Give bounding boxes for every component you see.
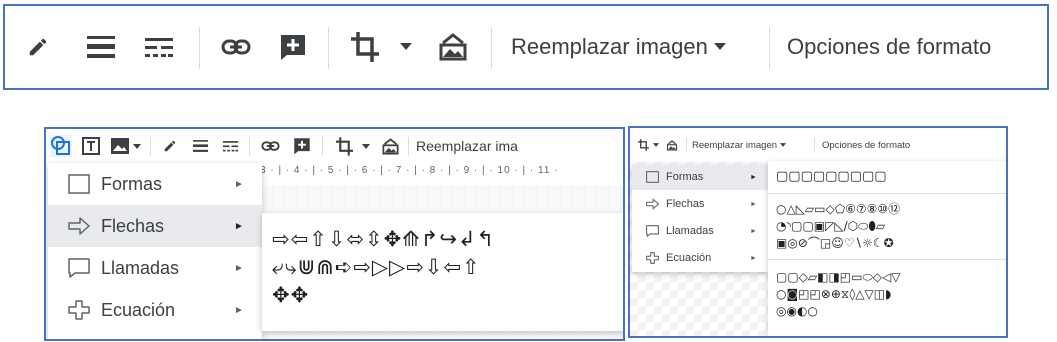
add-comment-icon[interactable] xyxy=(273,6,313,88)
line-weight-icon[interactable] xyxy=(81,6,121,88)
submenu-arrow-icon: ► xyxy=(234,178,244,190)
replace-image-label: Reemplazar imagen xyxy=(692,139,778,151)
submenu-arrow-icon: ► xyxy=(750,227,757,235)
toolbar-divider xyxy=(814,138,815,152)
arrow-shapes-row[interactable]: ⇨⇦⇧⇩⬄⇳✥⟰↱↪↲↰ xyxy=(272,225,495,253)
crop-icon[interactable] xyxy=(345,6,385,88)
menu-item-flechas[interactable]: Flechas ► xyxy=(632,191,768,217)
shape-row[interactable]: ○◙◰◰⊗⊕⧖◊△▽◫◗ xyxy=(776,286,891,302)
crop-icon[interactable] xyxy=(330,129,358,163)
shape-menu: Formas ► Flechas ► Llamadas ► Ecuación ► xyxy=(48,163,262,339)
shape-row[interactable]: ◎◉◐○ xyxy=(776,303,818,319)
submenu-arrow-icon: ► xyxy=(750,173,757,181)
menu-item-flechas[interactable]: Flechas ► xyxy=(48,205,262,247)
menu-item-llamadas[interactable]: Llamadas ► xyxy=(48,247,262,289)
replace-image-button[interactable]: Reemplazar ima xyxy=(416,129,623,163)
menu-item-llamadas[interactable]: Llamadas ► xyxy=(632,218,768,244)
submenu-arrow-icon: ► xyxy=(750,254,757,262)
replace-image-button[interactable]: Reemplazar imagen xyxy=(511,6,761,88)
chevron-down-icon xyxy=(713,43,726,50)
image-icon[interactable] xyxy=(108,129,132,163)
arrow-right-outline-icon xyxy=(646,198,659,210)
toolbar-divider xyxy=(491,27,492,69)
toolbar-divider xyxy=(322,137,323,156)
format-options-button[interactable]: Opciones de formato xyxy=(787,6,1037,88)
menu-item-label: Formas xyxy=(101,173,163,194)
reset-image-icon[interactable] xyxy=(433,6,473,88)
menu-item-label: Llamadas xyxy=(666,225,714,237)
chevron-down-icon xyxy=(780,143,787,147)
toolbar: Reemplazar ima xyxy=(46,129,623,163)
line-dash-icon[interactable] xyxy=(139,6,179,88)
pencil-icon[interactable] xyxy=(19,6,57,88)
shape-row[interactable]: ▢▢◇▱◧◨◰▭⬭◇◁▽ xyxy=(776,269,900,285)
menu-item-label: Flechas xyxy=(101,215,165,236)
text-box-icon[interactable] xyxy=(78,129,104,163)
reset-image-icon[interactable] xyxy=(664,128,680,162)
chevron-down-icon[interactable] xyxy=(131,129,143,163)
submenu-arrow-icon: ► xyxy=(234,220,244,232)
menu-item-label: Ecuación xyxy=(101,299,176,320)
menu-item-label: Formas xyxy=(666,171,704,183)
toolbar-divider xyxy=(249,137,250,156)
shape-row[interactable]: ◔◝▢▢▣◸◺∕⬡⬭⬮▱ xyxy=(776,218,885,234)
toolbar-divider xyxy=(408,137,409,156)
toolbar-divider xyxy=(328,27,329,69)
format-options-label: Opciones de formato xyxy=(787,34,992,59)
divider xyxy=(768,259,1006,260)
insert-shape-formas-screenshot: Reemplazar imagen Opciones de formato Fo… xyxy=(628,126,1008,338)
menu-item-formas[interactable]: Formas ► xyxy=(632,164,768,190)
toolbar-divider xyxy=(686,138,687,152)
format-options-label: Opciones de formato xyxy=(822,139,911,151)
ruler: 3 · | · 4 · | · 5 · | · 6 · | · 7 · | · … xyxy=(260,165,559,176)
shapes-submenu: ▢▢▢▢▢▢▢▢▢ ○△◺▱▭◇⬠⑥⑦⑧⑩⑫ ◔◝▢▢▣◸◺∕⬡⬭⬮▱ ▣◎⊘⌒… xyxy=(768,161,1006,336)
menu-item-ecuacion[interactable]: Ecuación ► xyxy=(632,245,768,271)
shape-icon[interactable] xyxy=(48,129,74,163)
insert-shape-arrows-screenshot: Reemplazar ima 3 · | · 4 · | · 5 · | · 6… xyxy=(44,127,625,341)
format-toolbar-enlarged: Reemplazar imagen Opciones de formato xyxy=(3,4,1049,90)
line-dash-icon[interactable] xyxy=(218,129,242,163)
toolbar-divider xyxy=(150,137,151,156)
pencil-icon[interactable] xyxy=(158,129,182,163)
crop-icon[interactable] xyxy=(636,128,650,162)
square-icon xyxy=(68,174,90,194)
menu-item-label: Llamadas xyxy=(101,257,180,278)
toolbar: Reemplazar imagen Opciones de formato xyxy=(630,128,1006,162)
shape-row[interactable]: ▣◎⊘⌒◲☺♡∖☼☾✪ xyxy=(776,235,894,251)
square-icon xyxy=(646,171,659,183)
format-options-button[interactable]: Opciones de formato xyxy=(822,128,962,162)
callout-icon xyxy=(646,225,659,237)
link-icon[interactable] xyxy=(256,129,284,163)
arrows-submenu: ⇨⇦⇧⇩⬄⇳✥⟰↱↪↲↰ ⤶⤷⋓⋒➪⇨▷▷⇨⇩⇦⇧ ✥✥ xyxy=(262,213,623,331)
plus-outline-icon xyxy=(68,300,90,320)
divider xyxy=(768,193,1006,194)
menu-item-formas[interactable]: Formas ► xyxy=(48,163,262,205)
toolbar-divider xyxy=(769,27,770,69)
reset-image-icon[interactable] xyxy=(376,129,404,163)
link-icon[interactable] xyxy=(215,6,257,88)
crop-dropdown-arrow-icon[interactable] xyxy=(397,6,415,88)
shape-row[interactable]: ▢▢▢▢▢▢▢▢▢ xyxy=(776,169,887,185)
arrow-shapes-row[interactable]: ✥✥ xyxy=(272,281,309,309)
arrow-right-outline-icon xyxy=(68,217,90,235)
menu-item-label: Flechas xyxy=(666,198,705,210)
submenu-arrow-icon: ► xyxy=(750,200,757,208)
replace-image-label: Reemplazar imagen xyxy=(511,34,708,59)
callout-icon xyxy=(68,258,90,278)
add-comment-icon[interactable] xyxy=(288,129,316,163)
arrow-shapes-row[interactable]: ⤶⤷⋓⋒➪⇨▷▷⇨⇩⇦⇧ xyxy=(272,253,481,281)
shape-row[interactable]: ○△◺▱▭◇⬠⑥⑦⑧⑩⑫ xyxy=(776,201,900,217)
submenu-arrow-icon: ► xyxy=(234,304,244,316)
shape-menu: Formas ► Flechas ► Llamadas ► Ecuación ► xyxy=(632,164,768,272)
menu-item-ecuacion[interactable]: Ecuación ► xyxy=(48,289,262,331)
submenu-arrow-icon: ► xyxy=(234,262,244,274)
replace-image-label: Reemplazar ima xyxy=(416,138,518,154)
crop-dropdown-arrow-icon[interactable] xyxy=(652,128,660,162)
menu-item-label: Ecuación xyxy=(666,252,712,264)
replace-image-button[interactable]: Reemplazar imagen xyxy=(692,128,812,162)
crop-dropdown-arrow-icon[interactable] xyxy=(360,129,372,163)
line-weight-icon[interactable] xyxy=(188,129,212,163)
toolbar-divider xyxy=(199,27,200,69)
plus-outline-icon xyxy=(646,252,659,264)
